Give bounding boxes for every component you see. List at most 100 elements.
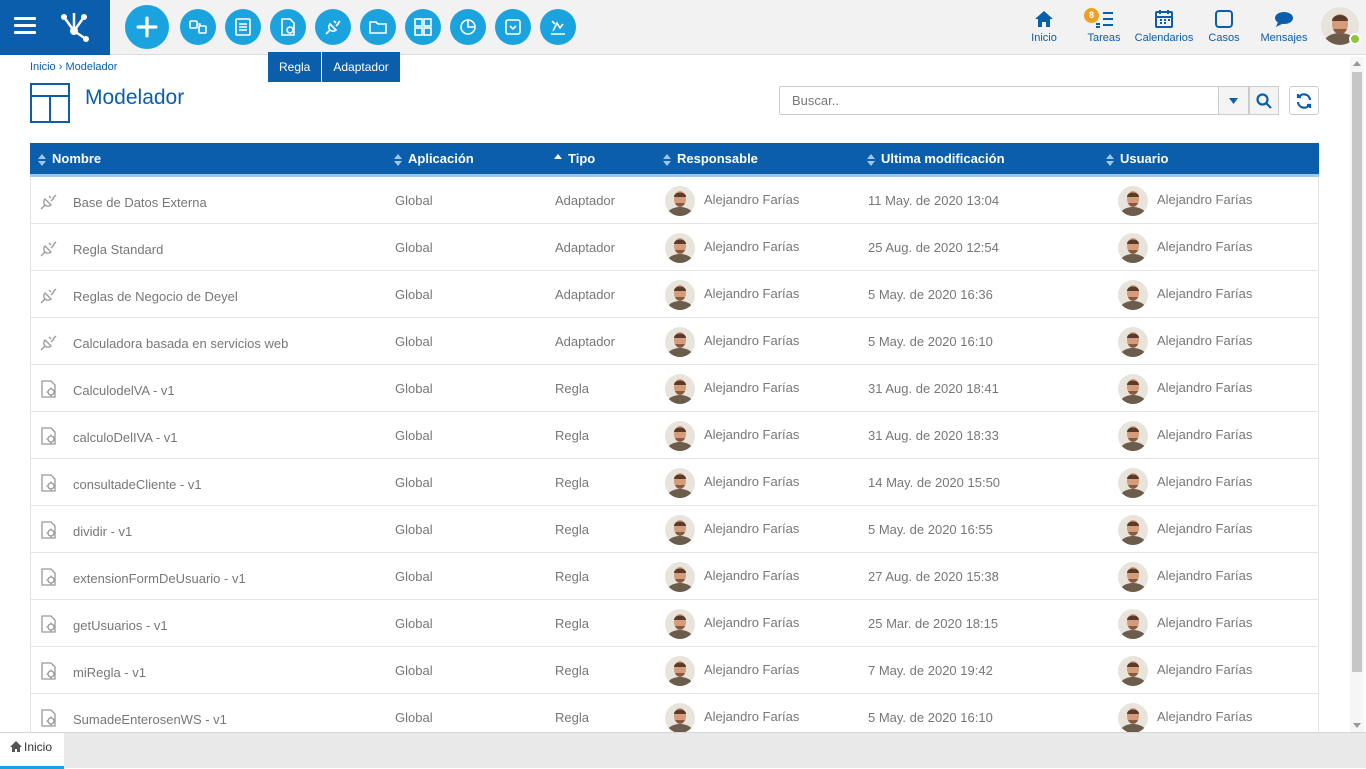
- cell-owner: Alejandro Farías: [704, 239, 800, 254]
- column-header-tipo[interactable]: Tipo: [554, 143, 595, 175]
- rule-icon: [39, 708, 59, 728]
- cell-application: Global: [395, 287, 433, 302]
- search-input[interactable]: [779, 86, 1219, 115]
- table-row[interactable]: Calculadora basada en servicios web Globa…: [30, 318, 1319, 365]
- column-header-nombre[interactable]: Nombre: [38, 143, 101, 175]
- add-button[interactable]: [125, 5, 169, 49]
- calendar-icon: [1155, 10, 1173, 28]
- table-row[interactable]: CalculodelVA - v1 Global Regla Alejandro Fa…: [30, 365, 1319, 412]
- table-row[interactable]: getUsuarios - v1 Global Regla Alejandro Far…: [30, 600, 1319, 647]
- adapter-icon: [39, 332, 59, 352]
- tasks-count-badge: 8: [1084, 8, 1099, 23]
- nav-cases[interactable]: Casos: [1204, 0, 1244, 55]
- scroll-up-icon[interactable]: [1353, 61, 1361, 66]
- scrollbar-thumb[interactable]: [1352, 72, 1362, 672]
- table-row[interactable]: Reglas de Negocio de Deyel Global Adaptado…: [30, 271, 1319, 318]
- rules-button[interactable]: [270, 9, 306, 45]
- rule-icon: [39, 661, 59, 681]
- adapter-icon: [39, 285, 59, 305]
- cell-application: Global: [395, 240, 433, 255]
- table-row[interactable]: miRegla - v1 Global Regla Alejandro Farías 7…: [30, 647, 1319, 694]
- column-header-aplicacion[interactable]: Aplicación: [394, 143, 474, 175]
- breadcrumb-current: Modelador: [65, 61, 118, 73]
- column-header-ultima-modificacion[interactable]: Ultima modificación: [867, 143, 1005, 175]
- owner-avatar: [665, 374, 695, 404]
- breadcrumb-home-link[interactable]: Inicio: [30, 61, 56, 73]
- search-icon: [1256, 92, 1272, 109]
- cell-name: Base de Datos Externa: [73, 195, 207, 210]
- bottom-tab-bar: Inicio: [0, 732, 1366, 769]
- nav-messages[interactable]: Mensajes: [1258, 0, 1310, 55]
- entities-button[interactable]: [225, 9, 261, 45]
- cell-type: Regla: [555, 475, 589, 490]
- table-row[interactable]: extensionFormDeUsuario - v1 Global Regla Al…: [30, 553, 1319, 600]
- cell-user: Alejandro Farías: [1157, 427, 1253, 442]
- cell-name: dividir - v1: [73, 524, 133, 539]
- forms-button[interactable]: [180, 9, 216, 45]
- cell-user: Alejandro Farías: [1157, 333, 1253, 348]
- message-icon: [1275, 12, 1293, 27]
- nav-cases-label: Casos: [1208, 32, 1240, 44]
- sort-icon: [38, 153, 46, 166]
- nav-calendars[interactable]: Calendarios: [1134, 0, 1194, 55]
- cell-user: Alejandro Farías: [1157, 286, 1253, 301]
- user-avatar-small: [1118, 703, 1148, 733]
- cell-modified: 7 May. de 2020 19:42: [868, 663, 993, 678]
- modeler-table: Nombre Aplicación Tipo Responsable Ultim…: [30, 143, 1319, 741]
- cell-modified: 5 May. de 2020 16:55: [868, 522, 993, 537]
- deyel-logo-icon[interactable]: [56, 9, 92, 45]
- process-icon: [551, 20, 565, 35]
- cell-name: calculoDelIVA - v1: [73, 430, 178, 445]
- search-options-button[interactable]: [1218, 86, 1249, 115]
- folder-icon: [369, 21, 387, 34]
- adapters-button[interactable]: [315, 9, 351, 45]
- events-button[interactable]: [495, 9, 531, 45]
- owner-avatar: [665, 421, 695, 451]
- table-row[interactable]: dividir - v1 Global Regla Alejandro Farías 5…: [30, 506, 1319, 553]
- new-item-dropdown: Regla Adaptador: [268, 52, 400, 82]
- breadcrumb-separator: ›: [55, 61, 66, 73]
- table-row[interactable]: consultadeCliente - v1 Global Regla Alejand…: [30, 459, 1319, 506]
- cell-modified: 27 Aug. de 2020 15:38: [868, 569, 999, 584]
- table-row[interactable]: Base de Datos Externa Global Adaptador Alej…: [30, 177, 1319, 224]
- reports-button[interactable]: [450, 9, 486, 45]
- table-row[interactable]: Regla Standard Global Adaptador Alejandro F…: [30, 224, 1319, 271]
- nav-home[interactable]: Inicio: [1024, 0, 1064, 55]
- rule-icon: [39, 426, 59, 446]
- cell-type: Regla: [555, 428, 589, 443]
- owner-avatar: [665, 703, 695, 733]
- entity-icon: [235, 18, 251, 36]
- user-avatar-small: [1118, 515, 1148, 545]
- column-header-responsable[interactable]: Responsable: [663, 143, 758, 175]
- dropdown-item-regla[interactable]: Regla: [268, 52, 323, 82]
- user-avatar-small: [1118, 609, 1148, 639]
- table-row[interactable]: calculoDelIVA - v1 Global Regla Alejandro F…: [30, 412, 1319, 459]
- folders-button[interactable]: [360, 9, 396, 45]
- user-avatar-small: [1118, 562, 1148, 592]
- refresh-button[interactable]: [1289, 86, 1319, 115]
- forms-icon: [189, 20, 207, 34]
- scroll-down-icon[interactable]: [1353, 723, 1361, 728]
- applications-button[interactable]: [405, 9, 441, 45]
- cell-name: CalculodelVA - v1: [73, 383, 175, 398]
- owner-avatar: [665, 186, 695, 216]
- cell-user: Alejandro Farías: [1157, 239, 1253, 254]
- cell-user: Alejandro Farías: [1157, 192, 1253, 207]
- refresh-icon: [1296, 92, 1312, 109]
- cell-type: Regla: [555, 381, 589, 396]
- search-button[interactable]: [1249, 86, 1279, 115]
- cell-type: Regla: [555, 663, 589, 678]
- process-button[interactable]: [540, 9, 576, 45]
- column-header-usuario[interactable]: Usuario: [1106, 143, 1168, 175]
- user-avatar-small: [1118, 280, 1148, 310]
- hamburger-menu-icon[interactable]: [14, 17, 36, 35]
- dropdown-item-adaptador[interactable]: Adaptador: [322, 52, 400, 82]
- plus-icon: [136, 16, 158, 38]
- cell-application: Global: [395, 428, 433, 443]
- vertical-scrollbar[interactable]: [1350, 57, 1364, 732]
- owner-avatar: [665, 515, 695, 545]
- cell-modified: 14 May. de 2020 15:50: [868, 475, 1001, 490]
- cell-name: extensionFormDeUsuario - v1: [73, 571, 246, 586]
- tab-inicio[interactable]: Inicio: [0, 733, 64, 769]
- rule-icon: [281, 18, 295, 36]
